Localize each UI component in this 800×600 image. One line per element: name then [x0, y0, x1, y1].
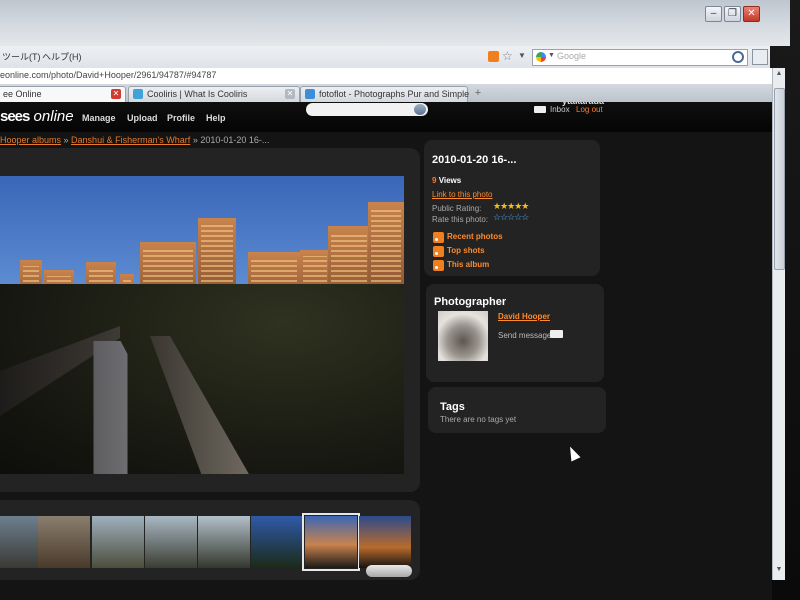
window-titlebar: – ❐ ✕ [0, 0, 790, 46]
rss-feed-icon [433, 260, 444, 271]
photo-info-panel: 2010-01-20 16-... 9 Views Link to this p… [424, 140, 600, 276]
web-page: sees online Manage Upload Profile Help y… [0, 102, 772, 600]
nav-manage[interactable]: Manage [82, 113, 116, 123]
breadcrumb-album[interactable]: Danshui & Fisherman's Wharf [71, 135, 190, 145]
scrollbar-thumb[interactable] [774, 88, 785, 270]
menu-bar: ツール(T) ヘルプ(H) ☆ ▼ ▼ Google [0, 46, 770, 69]
avatar[interactable] [438, 311, 488, 361]
site-search-input[interactable] [306, 103, 428, 116]
search-placeholder: Google [557, 51, 587, 61]
chevron-down-icon[interactable]: ▼ [518, 51, 526, 60]
breadcrumb-sep: » [61, 135, 72, 145]
thumbnail[interactable] [92, 516, 144, 568]
thumbnail[interactable] [145, 516, 197, 568]
address-bar[interactable]: eonline.com/photo/David+Hooper/2961/9478… [0, 68, 772, 85]
public-rating-stars: ★★★★★ [493, 201, 529, 211]
mouse-cursor-icon [565, 444, 581, 462]
google-search-box[interactable]: ▼ Google [532, 49, 748, 66]
public-rating-label: Public Rating: [432, 204, 482, 213]
minimize-button[interactable]: – [705, 6, 722, 22]
chevron-down-icon[interactable]: ▼ [548, 52, 555, 59]
menu-tools[interactable]: ツール(T) [2, 50, 41, 63]
feed-recent-photos[interactable]: Recent photos [447, 232, 503, 241]
send-message-link[interactable]: Send message [498, 331, 551, 340]
rate-stars[interactable]: ☆☆☆☆☆ [493, 212, 529, 223]
close-tab-icon[interactable]: ✕ [111, 89, 121, 99]
photo-title: 2010-01-20 16-... [432, 154, 517, 166]
thumbnail[interactable] [38, 516, 90, 568]
photographer-name-link[interactable]: David Hooper [498, 312, 550, 321]
rss-feed-icon [433, 246, 444, 257]
nav-upload[interactable]: Upload [127, 113, 158, 123]
rss-feed-icon [433, 232, 444, 243]
breadcrumb-current: » 2010-01-20 16-... [190, 135, 270, 145]
menu-help[interactable]: ヘルプ(H) [42, 50, 82, 63]
close-button[interactable]: ✕ [743, 6, 760, 22]
vertical-scrollbar[interactable]: ▲ ▼ [772, 68, 785, 580]
google-icon[interactable] [536, 52, 546, 62]
tab-fotoflot[interactable]: fotoflot - Photographs Pur and Simple [300, 86, 470, 102]
tags-panel: Tags There are no tags yet [428, 387, 606, 433]
tab-cooliris[interactable]: Cooliris | What Is Cooliris ✕ [128, 86, 300, 102]
tab-label: fotoflot - Photographs Pur and Simple [319, 89, 470, 99]
tags-empty-text: There are no tags yet [440, 415, 517, 424]
photographer-heading: Photographer [434, 296, 507, 308]
window-controls: – ❐ ✕ [705, 6, 760, 22]
nav-help[interactable]: Help [206, 113, 226, 123]
thumbnail[interactable] [251, 516, 303, 568]
breadcrumb: Hooper albums » Danshui & Fisherman's Wh… [0, 135, 269, 145]
link-to-photo[interactable]: Link to this photo [432, 190, 492, 199]
site-header: sees online Manage Upload Profile Help y… [0, 102, 772, 132]
search-icon[interactable] [414, 104, 426, 115]
feed-top-shots[interactable]: Top shots [447, 246, 485, 255]
tags-heading: Tags [440, 401, 465, 413]
tab-sees-online[interactable]: ee Online ✕ [0, 86, 126, 102]
thumbnail-scroll-handle[interactable] [366, 565, 412, 577]
mail-icon[interactable] [550, 330, 563, 338]
tab-label: ee Online [3, 89, 42, 99]
close-tab-icon[interactable]: ✕ [285, 89, 295, 99]
url-text[interactable]: eonline.com/photo/David+Hooper/2961/9478… [0, 70, 216, 80]
scroll-down-icon[interactable]: ▼ [774, 566, 784, 578]
breadcrumb-albums[interactable]: Hooper albums [0, 135, 61, 145]
page-tools-button[interactable] [752, 49, 768, 65]
fotoflot-favicon-icon [305, 89, 315, 99]
logo-bold: sees [0, 108, 30, 125]
tab-bar: ee Online ✕ Cooliris | What Is Cooliris … [0, 84, 772, 103]
feed-this-album[interactable]: This album [447, 260, 489, 269]
views-count: 9 [432, 176, 437, 185]
logout-link[interactable]: Log out [576, 105, 603, 114]
main-photo[interactable] [0, 176, 404, 474]
site-logo[interactable]: sees online [0, 108, 74, 125]
thumbnail[interactable] [359, 516, 411, 568]
tab-label: Cooliris | What Is Cooliris [147, 89, 248, 99]
thumbnail[interactable] [198, 516, 250, 568]
cooliris-favicon-icon [133, 89, 143, 99]
screen: – ❐ ✕ ツール(T) ヘルプ(H) ☆ ▼ ▼ Google eonline… [0, 0, 800, 600]
logo-italic: online [33, 108, 74, 125]
nav-profile[interactable]: Profile [167, 113, 195, 123]
views-label: Views [438, 176, 462, 185]
rate-label: Rate this photo: [432, 215, 489, 224]
mail-icon [534, 106, 546, 113]
scroll-up-icon[interactable]: ▲ [774, 70, 784, 82]
thumbnail[interactable] [0, 516, 38, 568]
new-tab-button[interactable]: + [470, 87, 486, 100]
bookmark-star-icon[interactable]: ☆ [502, 49, 513, 63]
inbox-link[interactable]: Inbox [550, 105, 570, 114]
thumbnail-selected[interactable] [302, 513, 360, 571]
rss-feed-icon[interactable] [488, 51, 499, 62]
maximize-button[interactable]: ❐ [724, 6, 741, 22]
search-icon[interactable] [732, 51, 744, 63]
